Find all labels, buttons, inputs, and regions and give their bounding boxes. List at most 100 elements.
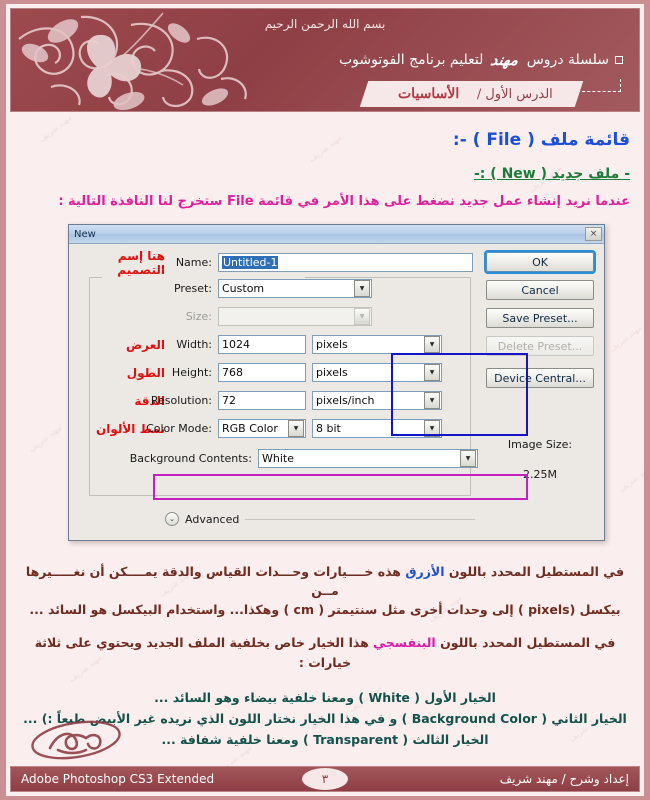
watermark: مهند شريف	[617, 463, 650, 494]
size-row: Size: ▼	[78, 306, 478, 327]
device-central-button[interactable]: Device Central...	[486, 368, 594, 388]
page-number-badge: ٣	[302, 768, 348, 790]
para2-part-b: هذا الخيار خاص بخلفية الملف الجديد ويحتو…	[34, 635, 369, 670]
header-banner: بسم الله الرحمن الرحيم سلسلة دروس مهند ل…	[10, 8, 640, 112]
dialog-titlebar: New ×	[69, 225, 604, 244]
dialog-button-column: OK Cancel Save Preset... Delete Preset..…	[484, 250, 596, 396]
resolution-row: الدقة Resolution: 72 pixels/inch ▼	[78, 390, 478, 411]
height-input[interactable]: 768	[218, 363, 306, 382]
para1-blue-word: الأزرق	[405, 564, 445, 579]
chevron-down-icon[interactable]: ▼	[288, 420, 304, 437]
width-annotation: العرض	[126, 337, 165, 352]
height-annotation: الطول	[126, 365, 165, 380]
chevron-down-icon[interactable]: ⌄	[165, 512, 179, 526]
height-value: 768	[222, 366, 243, 379]
chevron-down-icon: ▼	[354, 308, 370, 325]
series-prefix: سلسلة دروس	[526, 52, 609, 68]
color-mode-label: Color Mode:	[146, 422, 212, 435]
chevron-down-icon[interactable]: ▼	[424, 420, 440, 437]
chevron-down-icon[interactable]: ▼	[424, 364, 440, 381]
preset-label: Preset:	[173, 282, 212, 295]
color-depth-value: 8 bit	[316, 422, 341, 435]
color-mode-value: RGB Color	[222, 422, 278, 435]
background-select[interactable]: White ▼	[258, 449, 478, 468]
series-title: سلسلة دروس مهند لتعليم برنامج الفوتوشوب	[339, 51, 623, 69]
width-value: 1024	[222, 338, 250, 351]
chevron-down-icon[interactable]: ▼	[424, 392, 440, 409]
color-mode-select[interactable]: RGB Color ▼	[218, 419, 306, 438]
footer-bar: Adobe Photoshop CS3 Extended ٣ إعداد وشر…	[10, 766, 640, 792]
name-label: Name:	[175, 256, 212, 269]
content-area: قائمة ملف ( File ) -: - ملف جديد ( New )…	[6, 130, 644, 209]
resolution-unit-select[interactable]: pixels/inch ▼	[312, 391, 442, 410]
background-value: White	[262, 452, 294, 465]
ok-button[interactable]: OK	[484, 250, 596, 274]
delete-preset-button: Delete Preset...	[486, 336, 594, 356]
resolution-label: Resolution:	[150, 394, 212, 407]
height-unit-value: pixels	[316, 366, 348, 379]
advanced-label: Advanced	[185, 512, 240, 526]
dialog-title: New	[74, 228, 96, 240]
width-unit-select[interactable]: pixels ▼	[312, 335, 442, 354]
dialog-body: هنا إسم التصميم Name: Untitled-1 Preset:…	[69, 244, 604, 540]
preset-value: Custom	[222, 282, 265, 295]
height-row: الطول Height: 768 pixels ▼	[78, 362, 478, 383]
background-option-1: الخيار الأول ( White ) ومعنا خلفية بيضاء…	[154, 690, 496, 705]
size-select: ▼	[218, 307, 372, 326]
lesson-number: الدرس الأول /	[477, 86, 553, 102]
para2-magenta-word: البنفسجي	[373, 635, 436, 650]
height-label: Height:	[171, 366, 212, 379]
image-size-label: Image Size:	[507, 438, 573, 451]
preset-row: Preset: Custom ▼	[78, 278, 478, 299]
image-size-info: Image Size: 2.25M	[486, 430, 594, 490]
save-preset-button[interactable]: Save Preset...	[486, 308, 594, 328]
lesson-name: الأساسيات	[397, 86, 460, 102]
bullet-square-icon	[615, 56, 623, 64]
resolution-value: 72	[222, 394, 236, 407]
divider	[245, 518, 475, 520]
footer-app-name: Adobe Photoshop CS3 Extended	[21, 772, 215, 786]
cancel-button[interactable]: Cancel	[486, 280, 594, 300]
width-label: Width:	[176, 338, 212, 351]
para1-part-b: هذه خــــيارات وحـــدات القياس والدقة يم…	[25, 564, 401, 598]
width-input[interactable]: 1024	[218, 335, 306, 354]
background-label: Background Contents:	[129, 452, 252, 465]
chevron-down-icon[interactable]: ▼	[460, 450, 476, 467]
footer-author: إعداد وشرح / مهند شريف	[499, 772, 629, 786]
size-label: Size:	[185, 310, 212, 323]
watermark: مهند شريف	[607, 323, 644, 354]
intro-paragraph: عندما نريد إنشاء عمل جديد نضغط على هذا ا…	[58, 194, 630, 209]
dialog-form-column: هنا إسم التصميم Name: Untitled-1 Preset:…	[78, 249, 478, 473]
width-unit-value: pixels	[316, 338, 348, 351]
background-contents-row: Background Contents: White ▼	[78, 448, 478, 469]
color-depth-select[interactable]: 8 bit ▼	[312, 419, 442, 438]
para1-part-c: بيكسل (pixels ) إلى وحدات أخرى مثل سنتيم…	[29, 602, 621, 617]
resolution-unit-value: pixels/inch	[316, 394, 375, 407]
page-frame: مهند شريف مهند شريف مهند شريف مهند شريف …	[0, 0, 650, 800]
explanation-paragraph-magenta: في المستطيل المحدد باللون البنفسجي هذا ا…	[20, 633, 630, 673]
chevron-down-icon[interactable]: ▼	[424, 336, 440, 353]
close-icon[interactable]: ×	[585, 227, 602, 241]
image-size-value: 2.25M	[523, 468, 557, 481]
name-input[interactable]: Untitled-1	[218, 253, 473, 272]
chevron-down-icon[interactable]: ▼	[354, 280, 370, 297]
para2-part-a: في المستطيل المحدد باللون	[440, 635, 616, 650]
dashed-line-decoration	[577, 91, 621, 92]
name-input-value: Untitled-1	[222, 256, 279, 269]
series-suffix: لتعليم برنامج الفوتوشوب	[338, 52, 484, 68]
width-row: العرض Width: 1024 pixels ▼	[78, 334, 478, 355]
lesson-ribbon: الدرس الأول / الأساسيات	[359, 81, 584, 107]
section-heading-new-file: - ملف جديد ( New ) :-	[474, 166, 630, 182]
author-stamp-icon	[31, 720, 121, 760]
preset-select[interactable]: Custom ▼	[218, 279, 372, 298]
name-annotation: هنا إسم التصميم	[117, 248, 165, 277]
name-row: هنا إسم التصميم Name: Untitled-1	[78, 249, 478, 277]
page-title: قائمة ملف ( File ) -:	[452, 130, 630, 150]
resolution-input[interactable]: 72	[218, 391, 306, 410]
advanced-section-toggle[interactable]: ⌄ Advanced	[165, 512, 475, 526]
photoshop-new-dialog: New × هنا إسم التصميم Name: Untitled-1 P…	[68, 224, 605, 541]
height-unit-select[interactable]: pixels ▼	[312, 363, 442, 382]
explanation-paragraph-blue: في المستطيل المحدد باللون الأزرق هذه خــ…	[20, 562, 630, 619]
author-signature-mark: مهند	[489, 51, 521, 69]
para1-part-a: في المستطيل المحدد باللون	[448, 564, 625, 579]
